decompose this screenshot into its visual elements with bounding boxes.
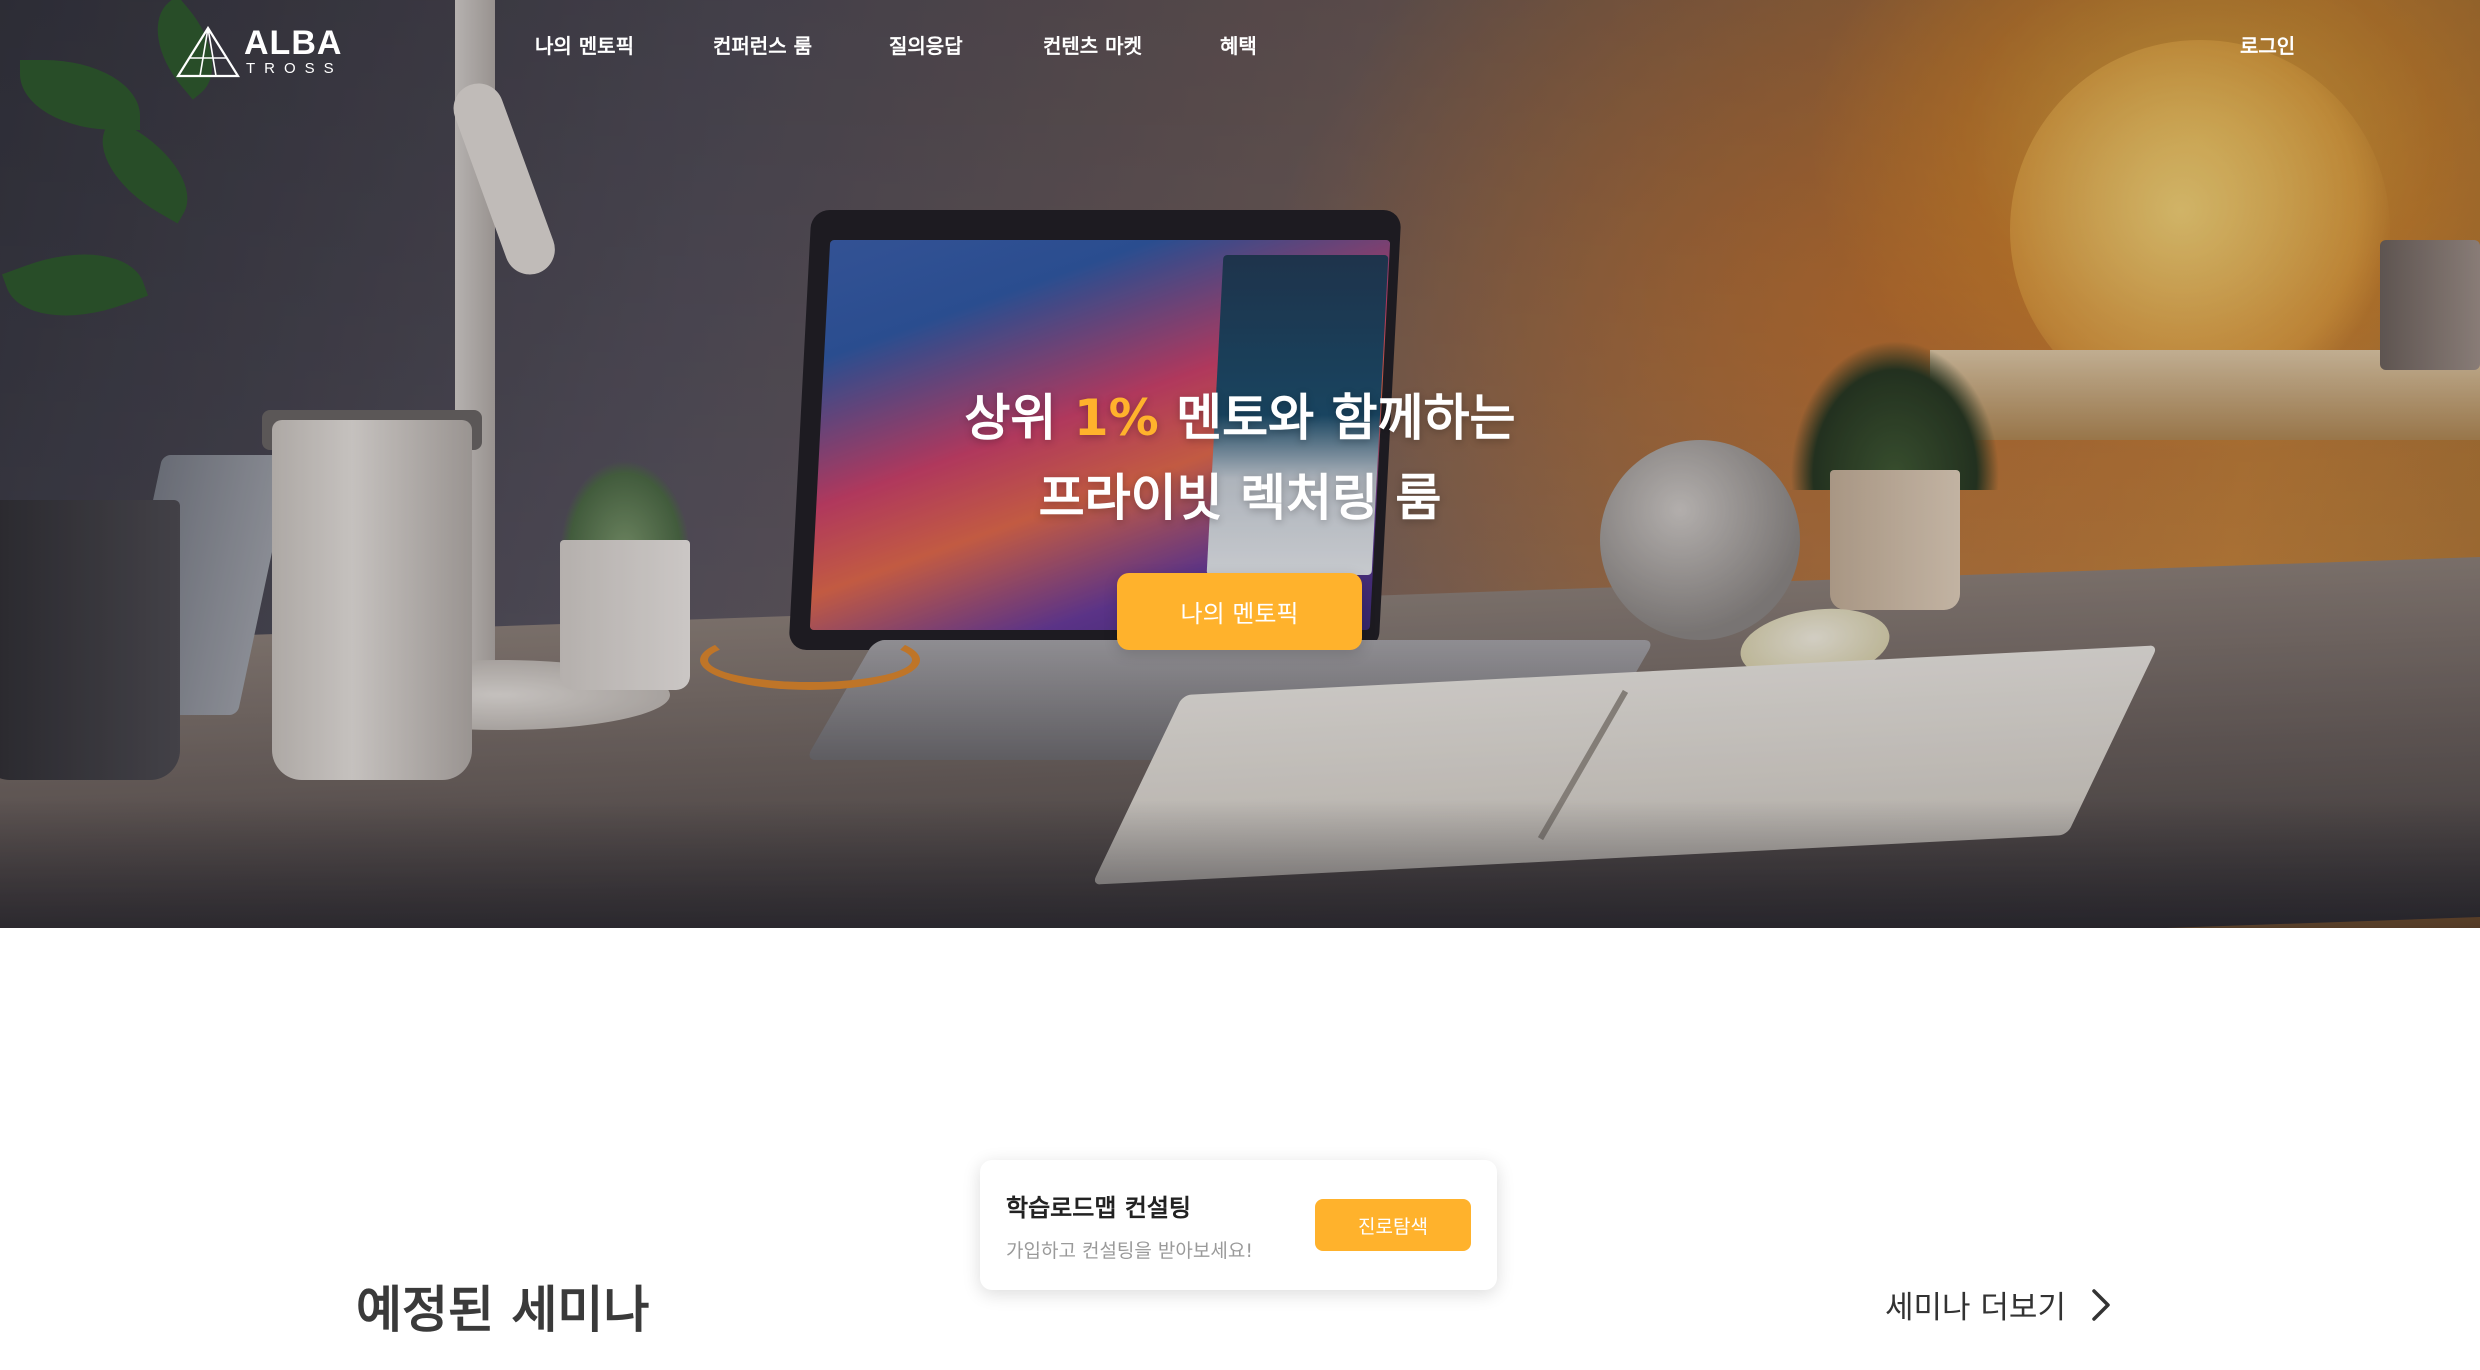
seminar-section-title: 예정된 세미나 (356, 1281, 650, 1339)
hero-cta-button[interactable]: 나의 멘토픽 (1117, 573, 1362, 650)
triangle-logo-icon (176, 26, 240, 78)
hero-title-line2: 프라이빗 렉처링 룸 (1038, 469, 1442, 527)
consulting-card: 학습로드맵 컨설팅 가입하고 컨설팅을 받아보세요! 진로탐색 (980, 1160, 1497, 1290)
seminar-more-link[interactable]: 세미나 더보기 (1885, 1282, 2114, 1327)
logo-wordmark-bottom: TROSS (246, 60, 343, 77)
consulting-card-subtitle: 가입하고 컨설팅을 받아보세요! (1006, 1240, 1253, 1262)
chevron-right-icon (2092, 1288, 2110, 1321)
nav-item-contents-market[interactable]: 컨텐츠 마켓 (1043, 30, 1142, 59)
hero-title-line1: 상위 1% 멘토와 함께하는 (0, 378, 2480, 458)
hero-title-suffix: 멘토와 함께하는 (1158, 389, 1516, 447)
nav-item-my-mentopick[interactable]: 나의 멘토픽 (535, 30, 634, 59)
nav-item-benefits[interactable]: 혜택 (1220, 30, 1257, 59)
logo-wordmark-top: ALBA (244, 24, 343, 62)
hero-title-prefix: 상위 (964, 389, 1074, 447)
consulting-card-title: 학습로드맵 컨설팅 (1006, 1194, 1191, 1222)
login-link[interactable]: 로그인 (2240, 30, 2295, 59)
career-explore-button[interactable]: 진로탐색 (1315, 1199, 1471, 1251)
seminar-more-label: 세미나 더보기 (1885, 1290, 2066, 1326)
site-logo[interactable]: ALBA TROSS (176, 24, 346, 82)
hero-title-highlight: 1% (1073, 389, 1159, 447)
nav-item-qna[interactable]: 질의응답 (889, 30, 963, 59)
nav-item-conference-room[interactable]: 컨퍼런스 룸 (713, 30, 812, 59)
